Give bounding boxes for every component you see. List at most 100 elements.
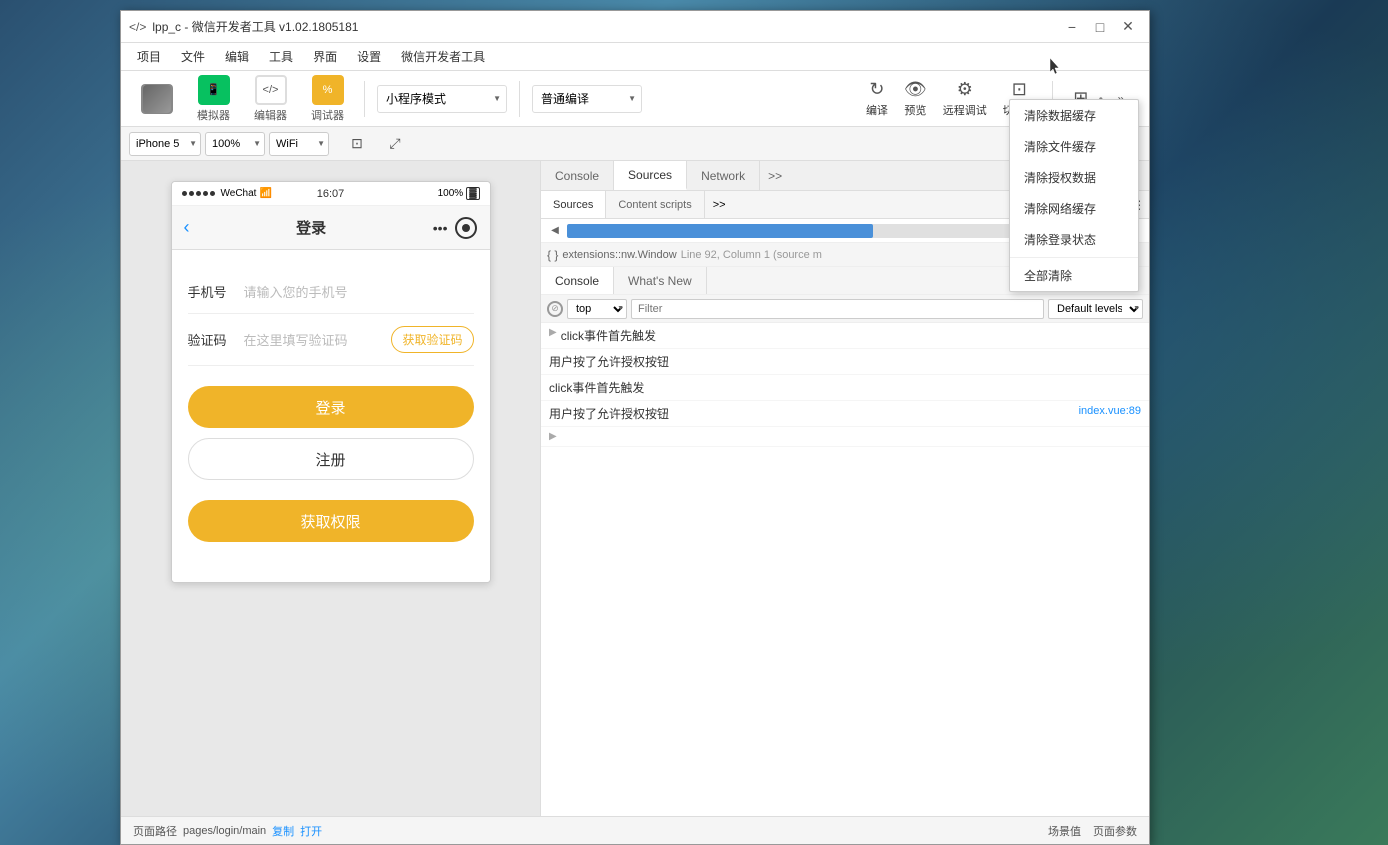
menu-view[interactable]: 界面	[305, 44, 345, 69]
tab-network-label: Network	[701, 169, 745, 183]
location-detail: Line 92, Column 1 (source m	[681, 249, 822, 261]
phone-row: 手机号 请输入您的手机号	[188, 270, 474, 314]
mode-select-group: 小程序模式 ▼	[377, 85, 507, 113]
whatsnew-subtab[interactable]: What's New	[614, 267, 707, 294]
expand-icon[interactable]: ⤢	[379, 128, 411, 160]
signal-area: WeChat 📶	[182, 188, 272, 199]
log-text-3: click事件首先触发	[549, 379, 1141, 396]
menu-wechat[interactable]: 微信开发者工具	[393, 44, 493, 69]
auth-btn[interactable]: 获取权限	[188, 500, 474, 542]
menu-clear-login[interactable]: 清除登录状态	[1010, 224, 1138, 255]
log-expand-row: ▶	[541, 427, 1149, 447]
compile-select[interactable]: 普通编译	[532, 85, 642, 113]
tab-sources-label: Sources	[628, 168, 672, 182]
debugger-btn[interactable]: % 调试器	[303, 71, 352, 127]
scene-btn[interactable]: 场景值	[1048, 823, 1081, 839]
path-prefix: 页面路径	[133, 823, 177, 839]
remote-debug-btn[interactable]: ⚙ 远程调试	[939, 77, 991, 120]
toolbar: 📱 模拟器 </> 编辑器 % 调试器 小程序模式 ▼	[121, 71, 1149, 127]
signal-dot-3	[196, 191, 201, 196]
device-bar: iPhone 5 iPhone 6 ▼ 100% 75% 50% ▼ WiFi …	[121, 127, 1149, 161]
tab-network[interactable]: Network	[687, 161, 760, 190]
device-select[interactable]: iPhone 5 iPhone 6	[129, 132, 201, 156]
simulator-btn[interactable]: 📱 模拟器	[189, 71, 238, 127]
battery-area: 100% ▓	[438, 187, 480, 200]
window-controls: − □ ✕	[1059, 17, 1141, 37]
login-btn[interactable]: 登录	[188, 386, 474, 428]
close-button[interactable]: ✕	[1115, 17, 1141, 37]
no-entry-icon[interactable]: ⊘	[547, 301, 563, 317]
menu-clear-all[interactable]: 全部清除	[1010, 260, 1138, 291]
verify-input[interactable]: 在这里填写验证码	[244, 330, 392, 349]
page-path-info: 页面路径 pages/login/main 复制 打开	[133, 823, 322, 839]
signal-dots	[182, 191, 215, 196]
sources-subtab-sources[interactable]: Sources	[541, 191, 606, 218]
network-select-wrapper: WiFi 3G 4G ▼	[269, 132, 329, 156]
signal-dot-2	[189, 191, 194, 196]
rotate-icon[interactable]: ⊡	[341, 128, 373, 160]
open-path-btn[interactable]: 打开	[300, 823, 322, 839]
status-time: 16:07	[317, 188, 345, 200]
context-select[interactable]: top	[567, 299, 627, 319]
refresh-btn[interactable]: ↻ 编译	[862, 77, 892, 120]
minimize-button[interactable]: −	[1059, 17, 1085, 37]
zoom-select[interactable]: 100% 75% 50%	[205, 132, 265, 156]
level-select[interactable]: Default levels	[1048, 299, 1143, 319]
preview-btn[interactable]: 👁 预览	[900, 77, 931, 120]
location-url: extensions::nw.Window	[562, 249, 676, 261]
editor-btn[interactable]: </> 编辑器	[246, 71, 295, 127]
menu-settings[interactable]: 设置	[349, 44, 389, 69]
log-item-2: 用户按了允许授权按钮	[541, 349, 1149, 375]
bracket-icon: { }	[547, 248, 558, 262]
network-select[interactable]: WiFi 3G 4G	[269, 132, 329, 156]
menu-tools[interactable]: 工具	[261, 44, 301, 69]
main-window: </> lpp_c - 微信开发者工具 v1.02.1805181 − □ ✕ …	[120, 10, 1150, 845]
context-menu: 清除数据缓存 清除文件缓存 清除授权数据 清除网络缓存 清除登录状态 全部清除	[1009, 161, 1139, 292]
console-log-area: ▶ click事件首先触发 用户按了允许授权按钮 click事件首先触发 用户按…	[541, 323, 1149, 816]
whatsnew-subtab-label: What's New	[628, 274, 692, 288]
menu-clear-network[interactable]: 清除网络缓存	[1010, 193, 1138, 224]
devtools-tab-more[interactable]: >>	[760, 161, 790, 190]
phone-label: 手机号	[188, 282, 244, 301]
status-right-btns: 场景值 页面参数	[1048, 823, 1137, 839]
record-inner	[462, 224, 470, 232]
filter-input[interactable]	[631, 299, 1044, 319]
path-value: pages/login/main	[183, 825, 266, 837]
level-select-wrapper: Default levels ▼	[1048, 299, 1143, 319]
nav-title: 登录	[296, 217, 326, 238]
path-nav-left[interactable]: ◀	[547, 223, 563, 239]
tab-console[interactable]: Console	[541, 161, 614, 190]
menu-file[interactable]: 文件	[173, 44, 213, 69]
menu-edit[interactable]: 编辑	[217, 44, 257, 69]
expand-arrow[interactable]: ▶	[549, 431, 557, 442]
back-btn[interactable]: ‹	[184, 217, 190, 238]
maximize-button[interactable]: □	[1087, 17, 1113, 37]
avatar-btn[interactable]	[133, 80, 181, 118]
signal-dot-4	[203, 191, 208, 196]
tab-sources[interactable]: Sources	[614, 161, 687, 190]
menu-clear-auth[interactable]: 清除授权数据	[1010, 162, 1138, 193]
phone-input[interactable]: 请输入您的手机号	[244, 282, 474, 301]
nav-dots-btn[interactable]: •••	[433, 220, 448, 236]
copy-path-btn[interactable]: 复制	[272, 823, 294, 839]
sources-subtab-content[interactable]: Content scripts	[606, 191, 704, 218]
log-source-4[interactable]: index.vue:89	[1079, 405, 1141, 417]
mode-select[interactable]: 小程序模式	[377, 85, 507, 113]
signal-dot-5	[210, 191, 215, 196]
carrier-name: WeChat	[221, 188, 257, 199]
sources-subtab-sources-label: Sources	[553, 199, 593, 211]
console-subtab[interactable]: Console	[541, 267, 614, 294]
verify-input-group: 在这里填写验证码 获取验证码	[244, 326, 474, 353]
record-btn[interactable]	[455, 217, 477, 239]
log-arrow-1[interactable]: ▶	[549, 327, 557, 338]
get-code-btn[interactable]: 获取验证码	[391, 326, 473, 353]
log-item-4: 用户按了允许授权按钮 index.vue:89	[541, 401, 1149, 427]
sources-tab-more[interactable]: >>	[705, 191, 734, 218]
params-btn[interactable]: 页面参数	[1093, 823, 1137, 839]
menu-project[interactable]: 项目	[129, 44, 169, 69]
console-subtab-label: Console	[555, 274, 599, 288]
register-btn[interactable]: 注册	[188, 438, 474, 480]
verify-row: 验证码 在这里填写验证码 获取验证码	[188, 314, 474, 366]
phone-simulator: WeChat 📶 16:07 100% ▓ ‹ 登录 •••	[121, 161, 541, 816]
log-text-1: click事件首先触发	[561, 327, 1141, 344]
